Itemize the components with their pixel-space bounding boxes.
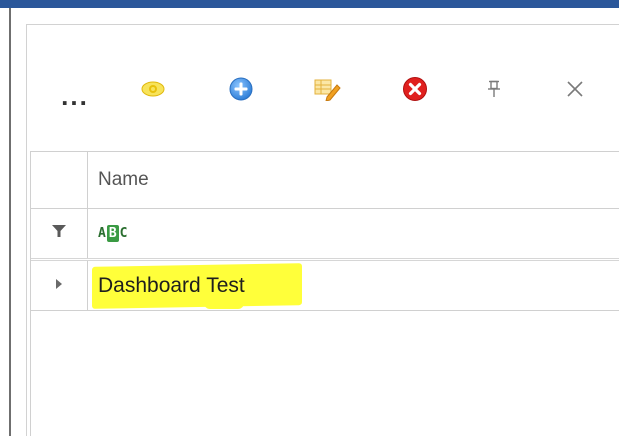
filter-icon (52, 224, 66, 243)
plus-circle-icon (228, 76, 254, 107)
delete-x-circle-icon (402, 76, 428, 107)
grid-header-row: Name (31, 152, 619, 209)
text-filter-letter-b: B (106, 225, 119, 242)
delete-button[interactable] (397, 73, 433, 109)
filter-indicator-cell (31, 209, 88, 258)
header-indicator-cell (31, 152, 88, 208)
close-icon (565, 79, 585, 104)
pin-icon (487, 80, 501, 103)
close-button[interactable] (557, 73, 593, 109)
column-header-name-label: Name (98, 169, 149, 190)
expand-arrow-icon[interactable] (55, 277, 63, 295)
add-button[interactable] (223, 73, 259, 109)
dashboard-grid: Name A B C Dashboard Test (30, 151, 619, 436)
text-filter-condition-icon[interactable]: A B C (98, 225, 127, 242)
edit-button[interactable] (309, 73, 345, 109)
text-filter-letter-a: A (98, 226, 106, 241)
app-window: ... Name A B C Dashboard Test (0, 0, 619, 436)
row-highlight-tail (204, 301, 244, 309)
window-left-border (9, 8, 11, 436)
pin-button[interactable] (479, 73, 509, 109)
text-filter-letter-c: C (119, 226, 128, 241)
more-options-button[interactable]: ... (57, 81, 93, 111)
grid-filter-row: A B C (31, 209, 619, 261)
row-indicator-cell[interactable] (31, 261, 88, 310)
row-name-text: Dashboard Test (98, 273, 245, 297)
eye-icon (141, 80, 165, 103)
more-options-label: ... (61, 81, 89, 111)
table-row[interactable]: Dashboard Test (31, 261, 619, 311)
window-title-bar (0, 0, 619, 8)
column-header-name[interactable]: Name (89, 152, 619, 208)
panel-toolbar: ... (27, 25, 619, 151)
view-button[interactable] (135, 73, 171, 109)
dashboard-list-panel: ... Name A B C Dashboard Test (26, 24, 619, 436)
edit-pencil-icon (313, 77, 341, 106)
name-filter-cell[interactable]: A B C (89, 209, 619, 258)
row-name-cell[interactable]: Dashboard Test (89, 261, 619, 310)
